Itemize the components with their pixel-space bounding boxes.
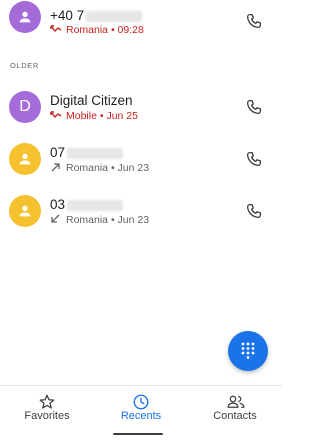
phone-icon[interactable]: [245, 202, 263, 220]
star-icon: [39, 394, 55, 409]
avatar-letter: D: [19, 98, 31, 115]
dialpad-button[interactable]: [228, 331, 268, 371]
call-meta: Romania • 09:28: [50, 24, 144, 36]
call-meta: Mobile • Jun 25: [50, 110, 138, 122]
person-avatar: [9, 1, 41, 33]
call-log-row[interactable]: +40 7 Romania • 09:28: [0, 0, 282, 50]
redacted-digits: [86, 10, 143, 22]
caller-number: +40 7: [50, 8, 143, 23]
dialpad-icon: [241, 342, 255, 359]
person-avatar: [9, 143, 41, 175]
nav-contacts[interactable]: Contacts: [188, 386, 282, 440]
nav-recents[interactable]: Recents: [94, 386, 188, 440]
call-log-row[interactable]: D Digital Citizen Mobile • Jun 25: [0, 82, 282, 132]
contact-avatar: D: [9, 91, 41, 123]
person-icon: [19, 153, 31, 165]
call-log-row[interactable]: 07 Romania • Jun 23: [0, 134, 282, 184]
nav-favorites[interactable]: Favorites: [0, 386, 94, 440]
caller-number: 03: [50, 197, 124, 212]
redacted-digits: [67, 147, 124, 159]
home-indicator: [113, 433, 163, 435]
nav-label: Recents: [120, 410, 162, 422]
phone-icon[interactable]: [245, 12, 263, 30]
outgoing-call-icon: [51, 163, 60, 172]
person-icon: [19, 11, 31, 23]
people-icon: [227, 395, 245, 408]
person-avatar: [9, 195, 41, 227]
nav-label: Contacts: [213, 410, 257, 422]
person-icon: [19, 205, 31, 217]
incoming-call-icon: [51, 214, 60, 223]
missed-call-icon: [50, 111, 62, 119]
phone-icon[interactable]: [245, 150, 263, 168]
call-meta: Romania • Jun 23: [50, 162, 149, 174]
clock-icon: [133, 394, 149, 410]
nav-label: Favorites: [24, 410, 70, 422]
call-log-row[interactable]: 03 Romania • Jun 23: [0, 186, 282, 236]
caller-name: Digital Citizen: [50, 93, 133, 108]
caller-number: 07: [50, 145, 124, 160]
bottom-navigation: Favorites Recents Contacts: [0, 385, 282, 440]
missed-call-icon: [50, 25, 62, 33]
call-meta: Romania • Jun 23: [50, 214, 149, 226]
redacted-digits: [67, 199, 124, 211]
section-header-older: OLDER: [10, 61, 39, 70]
phone-icon[interactable]: [245, 98, 263, 116]
